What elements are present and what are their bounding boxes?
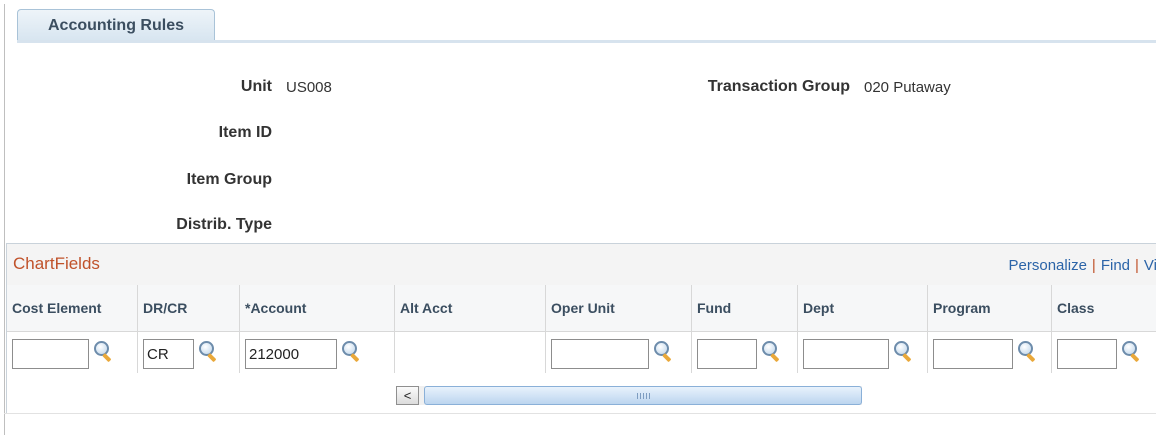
magnifier-icon[interactable] bbox=[1016, 340, 1040, 364]
grid-links: Personalize | Find | Vi bbox=[1009, 257, 1156, 274]
grid-cell bbox=[798, 332, 927, 373]
grid-title: ChartFields bbox=[13, 254, 100, 273]
grid-cell bbox=[692, 332, 797, 373]
column-program: Program bbox=[928, 285, 1052, 373]
column-class: Class bbox=[1052, 285, 1156, 373]
column-header[interactable]: *Account bbox=[240, 285, 394, 332]
view-link[interactable]: Vi bbox=[1144, 257, 1156, 274]
item-id-label: Item ID bbox=[218, 124, 272, 141]
unit-value: US008 bbox=[286, 79, 332, 96]
scrollbar-grip-icon bbox=[637, 393, 651, 399]
divider bbox=[4, 413, 1156, 414]
fund-input[interactable] bbox=[697, 339, 757, 369]
find-link[interactable]: Find bbox=[1101, 257, 1130, 274]
column-header[interactable]: Dept bbox=[798, 285, 927, 332]
personalize-link[interactable]: Personalize bbox=[1009, 257, 1087, 274]
scroll-left-button[interactable]: < bbox=[396, 386, 419, 405]
column-header[interactable]: Program bbox=[928, 285, 1051, 332]
cost-element-input[interactable] bbox=[12, 339, 89, 369]
magnifier-icon[interactable] bbox=[197, 340, 221, 364]
chartfields-grid: ChartFields Personalize | Find | Vi Cost Ele… bbox=[6, 243, 1156, 414]
horizontal-scrollbar-row: < bbox=[7, 373, 1156, 414]
grid-cell bbox=[7, 332, 137, 373]
dept-input[interactable] bbox=[803, 339, 889, 369]
link-separator: | bbox=[1135, 257, 1139, 274]
magnifier-icon[interactable] bbox=[92, 340, 116, 364]
column-dr-cr: DR/CR CR bbox=[138, 285, 240, 373]
column-header[interactable]: Oper Unit bbox=[546, 285, 691, 332]
column-account: *Account 212000 bbox=[240, 285, 395, 373]
oper-unit-input[interactable] bbox=[551, 339, 649, 369]
grid-cell bbox=[395, 332, 545, 373]
grid-cell bbox=[928, 332, 1051, 373]
tab-bar-underline bbox=[17, 40, 1156, 43]
grid-cell: 212000 bbox=[240, 332, 394, 373]
grid-cell bbox=[546, 332, 691, 373]
distrib-type-label: Distrib. Type bbox=[176, 216, 272, 233]
link-separator: | bbox=[1091, 257, 1096, 274]
column-header[interactable]: DR/CR bbox=[138, 285, 239, 332]
grid-header-bar: ChartFields Personalize | Find | Vi bbox=[7, 244, 1156, 286]
grid-cell bbox=[1052, 332, 1156, 373]
magnifier-icon[interactable] bbox=[892, 340, 916, 364]
page-left-border bbox=[4, 4, 5, 435]
transaction-group-label: Transaction Group bbox=[707, 78, 850, 95]
column-header[interactable]: Fund bbox=[692, 285, 797, 332]
magnifier-icon[interactable] bbox=[760, 340, 784, 364]
column-fund: Fund bbox=[692, 285, 798, 373]
column-dept: Dept bbox=[798, 285, 928, 373]
column-header[interactable]: Class bbox=[1052, 285, 1156, 332]
magnifier-icon[interactable] bbox=[340, 340, 364, 364]
account-input[interactable]: 212000 bbox=[245, 339, 337, 369]
dr-cr-input[interactable]: CR bbox=[143, 339, 194, 369]
item-group-label: Item Group bbox=[186, 171, 272, 188]
column-header[interactable]: Alt Acct bbox=[395, 285, 545, 332]
grid-cell: CR bbox=[138, 332, 239, 373]
column-alt-acct: Alt Acct bbox=[395, 285, 546, 373]
transaction-group-value: 020 Putaway bbox=[864, 79, 951, 96]
magnifier-icon[interactable] bbox=[652, 340, 676, 364]
column-oper-unit: Oper Unit bbox=[546, 285, 692, 373]
column-header[interactable]: Cost Element bbox=[7, 285, 137, 332]
class-input[interactable] bbox=[1057, 339, 1117, 369]
program-input[interactable] bbox=[933, 339, 1013, 369]
unit-label: Unit bbox=[240, 78, 272, 95]
tab-accounting-rules[interactable]: Accounting Rules bbox=[17, 9, 215, 41]
magnifier-icon[interactable] bbox=[1120, 340, 1144, 364]
column-cost-element: Cost Element bbox=[7, 285, 138, 373]
